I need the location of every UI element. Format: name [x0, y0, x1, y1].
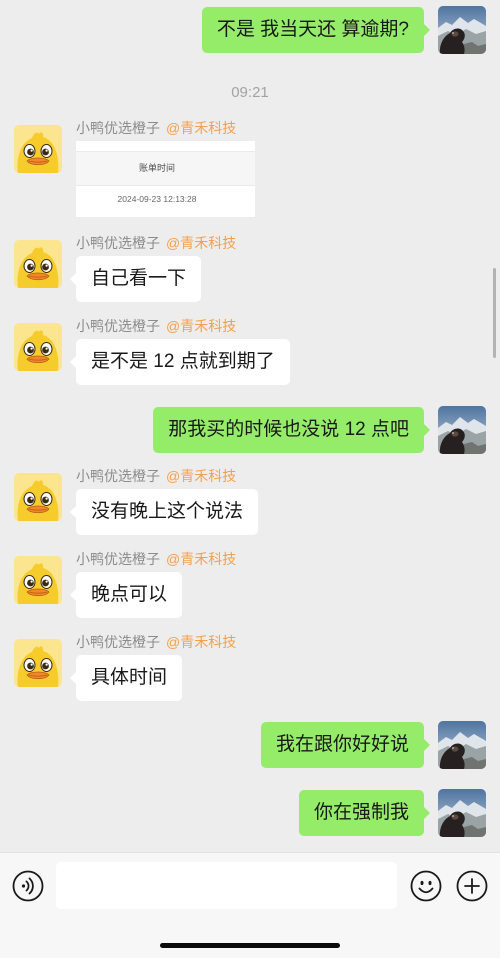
message-row-incoming: 小鸭优选橙子 @青禾科技 是不是 12 点就到期了	[0, 318, 500, 387]
message-text: 具体时间	[91, 667, 168, 688]
message-text: 不是 我当天还 算逾期?	[216, 19, 409, 40]
message-row-outgoing: 不是 我当天还 算逾期?	[0, 6, 500, 70]
message-text: 那我买的时候也没说 12 点吧	[168, 419, 409, 440]
message-bubble[interactable]: 晚点可以	[69, 572, 183, 618]
my-avatar[interactable]	[438, 406, 486, 454]
sender-line: 小鸭优选橙子 @青禾科技	[76, 120, 236, 136]
sender-name: 小鸭优选橙子	[76, 551, 160, 567]
emoji-icon	[410, 870, 442, 902]
card-header: 账单时间	[76, 151, 255, 186]
sender-name: 小鸭优选橙子	[76, 120, 160, 136]
sender-tag: @青禾科技	[166, 235, 237, 251]
scroll-indicator[interactable]	[493, 268, 496, 358]
message-text: 晚点可以	[91, 584, 168, 605]
contact-avatar[interactable]	[14, 125, 62, 173]
composer-bar	[0, 852, 500, 958]
message-text: 自己看一下	[91, 268, 187, 289]
sender-name: 小鸭优选橙子	[76, 468, 160, 484]
sender-tag: @青禾科技	[166, 318, 237, 334]
message-bubble[interactable]: 不是 我当天还 算逾期?	[201, 7, 431, 53]
message-text: 是不是 12 点就到期了	[91, 351, 275, 372]
chat-screen: 不是 我当天还 算逾期? 09:21 小鸭优选橙子 @青禾科技 账单时间 2024…	[0, 0, 500, 958]
message-text: 没有晚上这个说法	[91, 501, 244, 522]
contact-avatar[interactable]	[14, 240, 62, 288]
card-label: 账单时间	[138, 163, 175, 173]
message-text: 我在跟你好好说	[275, 734, 409, 755]
user-photo-avatar-image	[438, 6, 486, 54]
duck-avatar-image	[14, 323, 62, 371]
more-options-button[interactable]	[456, 870, 488, 902]
duck-avatar-image	[14, 473, 62, 521]
message-row-incoming: 小鸭优选橙子 @青禾科技 自己看一下	[0, 235, 500, 304]
timestamp: 09:21	[231, 84, 269, 101]
card-value: 2024-09-23 12:13:28	[117, 194, 197, 204]
sender-tag: @青禾科技	[166, 551, 237, 567]
user-photo-avatar-image	[438, 406, 486, 454]
message-row-outgoing: 我在跟你好好说	[0, 721, 500, 785]
my-avatar[interactable]	[438, 789, 486, 837]
image-message-card[interactable]: 账单时间 2024-09-23 12:13:28	[76, 141, 255, 217]
contact-avatar[interactable]	[14, 323, 62, 371]
plus-icon	[456, 870, 488, 902]
sender-line: 小鸭优选橙子 @青禾科技	[76, 235, 236, 251]
my-avatar[interactable]	[438, 6, 486, 54]
user-photo-avatar-image	[438, 789, 486, 837]
message-row-incoming: 小鸭优选橙子 @青禾科技 账单时间 2024-09-23 12:13:28	[0, 120, 500, 217]
message-row-incoming: 小鸭优选橙子 @青禾科技 没有晚上这个说法	[0, 468, 500, 537]
duck-avatar-image	[14, 639, 62, 687]
duck-avatar-image	[14, 125, 62, 173]
my-avatar[interactable]	[438, 721, 486, 769]
sender-line: 小鸭优选橙子 @青禾科技	[76, 634, 236, 650]
message-row-outgoing: 那我买的时候也没说 12 点吧	[0, 406, 500, 470]
message-input[interactable]	[56, 862, 397, 909]
sender-tag: @青禾科技	[166, 120, 237, 136]
message-bubble[interactable]: 具体时间	[69, 655, 183, 701]
duck-avatar-image	[14, 556, 62, 604]
message-row-incoming: 小鸭优选橙子 @青禾科技 具体时间	[0, 634, 500, 703]
home-indicator[interactable]	[160, 943, 340, 948]
sender-tag: @青禾科技	[166, 634, 237, 650]
message-bubble[interactable]: 自己看一下	[69, 256, 202, 302]
user-photo-avatar-image	[438, 721, 486, 769]
sender-line: 小鸭优选橙子 @青禾科技	[76, 318, 236, 334]
sender-tag: @青禾科技	[166, 468, 237, 484]
message-text: 你在强制我	[313, 802, 409, 823]
contact-avatar[interactable]	[14, 473, 62, 521]
sender-line: 小鸭优选橙子 @青禾科技	[76, 551, 236, 567]
voice-input-button[interactable]	[12, 870, 44, 902]
sender-name: 小鸭优选橙子	[76, 318, 160, 334]
sender-name: 小鸭优选橙子	[76, 634, 160, 650]
message-bubble[interactable]: 没有晚上这个说法	[69, 489, 259, 535]
contact-avatar[interactable]	[14, 639, 62, 687]
message-row-incoming: 小鸭优选橙子 @青禾科技 晚点可以	[0, 551, 500, 620]
contact-avatar[interactable]	[14, 556, 62, 604]
sender-line: 小鸭优选橙子 @青禾科技	[76, 468, 236, 484]
emoji-button[interactable]	[410, 870, 442, 902]
sender-name: 小鸭优选橙子	[76, 235, 160, 251]
message-bubble[interactable]: 那我买的时候也没说 12 点吧	[153, 407, 430, 453]
message-bubble[interactable]: 你在强制我	[298, 790, 431, 836]
message-row-outgoing: 你在强制我	[0, 789, 500, 853]
message-bubble[interactable]: 是不是 12 点就到期了	[70, 339, 290, 385]
message-bubble[interactable]: 我在跟你好好说	[260, 722, 431, 768]
duck-avatar-image	[14, 240, 62, 288]
voice-icon	[12, 870, 44, 902]
